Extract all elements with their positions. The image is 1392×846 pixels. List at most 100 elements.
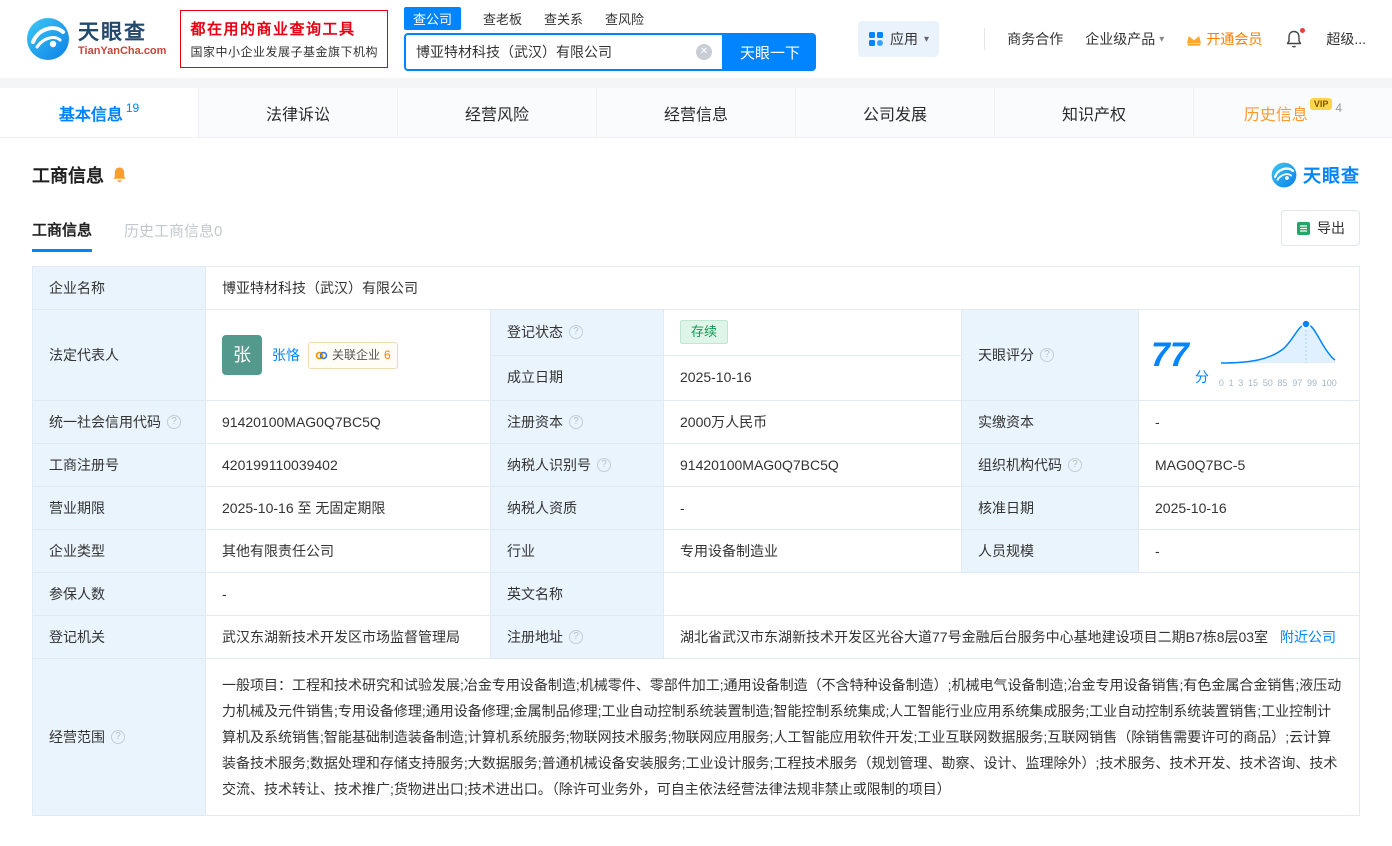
- approval-date-value: 2025-10-16: [1139, 487, 1359, 529]
- business-info-table: 企业名称 博亚特材科技（武汉）有限公司 法定代表人 张 张恪 关联企业 6 登记…: [32, 266, 1360, 816]
- field-label-reg-status: 登记状态 ?: [491, 310, 664, 355]
- field-label-org-code: 组织机构代码 ?: [962, 444, 1139, 486]
- field-label-insured: 参保人数: [33, 573, 206, 615]
- help-icon[interactable]: ?: [1068, 458, 1082, 472]
- subtab-history-business-info[interactable]: 历史工商信息0: [124, 220, 222, 252]
- header-links: 商务合作 企业级产品 ▾ 开通会员 超级...: [984, 27, 1366, 50]
- top-header: 天眼查 TianYanCha.com 都在用的商业查询工具 国家中小企业发展子基…: [0, 0, 1392, 78]
- authority-value: 武汉东湖新技术开发区市场监督管理局: [206, 616, 491, 658]
- tianyan-score-value: 77 分 0 1 3 15 50 85 97 99 100: [1139, 310, 1359, 400]
- subtab-business-info[interactable]: 工商信息: [32, 219, 93, 252]
- super-vip-link[interactable]: 超级...: [1326, 29, 1366, 49]
- field-label-authority: 登记机关: [33, 616, 206, 658]
- legal-rep-name-link[interactable]: 张恪: [272, 345, 300, 366]
- apps-menu[interactable]: 应用 ▾: [857, 21, 939, 57]
- tianyancha-logo[interactable]: 天眼查 TianYanCha.com: [26, 17, 166, 61]
- tab-operation-risk[interactable]: 经营风险: [398, 88, 597, 137]
- related-companies-label: 关联企业: [332, 347, 381, 362]
- table-row: 登记机关 武汉东湖新技术开发区市场监督管理局 注册地址 ? 湖北省武汉市东湖新技…: [33, 616, 1359, 659]
- search-tabs: 查公司 查老板 查关系 查风险: [403, 6, 816, 30]
- search-block: 查公司 查老板 查关系 查风险 ✕ 天眼一下: [403, 6, 816, 71]
- table-row: 营业期限 2025-10-16 至 无固定期限 纳税人资质 - 核准日期 202…: [33, 487, 1359, 530]
- search-button[interactable]: 天眼一下: [723, 33, 816, 71]
- table-row: 法定代表人 张 张恪 关联企业 6 登记状态 ? 存续 成立日期 2025-10…: [33, 310, 1359, 401]
- tab-count: 4: [1335, 100, 1343, 115]
- tab-basic-info[interactable]: 基本信息 19: [0, 88, 199, 137]
- tab-label: 基本信息: [58, 106, 123, 124]
- establish-date-value: 2025-10-16: [664, 355, 961, 400]
- field-label-industry: 行业: [491, 530, 664, 572]
- table-row: 工商注册号 420199110039402 纳税人识别号 ? 91420100M…: [33, 444, 1359, 487]
- related-companies-count: 6: [384, 347, 391, 362]
- field-label-term: 营业期限: [33, 487, 206, 529]
- tianyancha-logo-icon: [27, 18, 69, 60]
- company-search-input[interactable]: [415, 44, 696, 60]
- legal-rep-avatar[interactable]: 张: [222, 335, 262, 375]
- help-icon[interactable]: ?: [111, 730, 125, 744]
- tab-operation-info[interactable]: 经营信息: [597, 88, 796, 137]
- export-excel-icon: [1297, 221, 1310, 235]
- related-companies-icon: [315, 351, 328, 359]
- help-icon[interactable]: ?: [569, 325, 583, 340]
- help-icon[interactable]: ?: [569, 630, 583, 644]
- tab-company-development[interactable]: 公司发展: [796, 88, 995, 137]
- enterprise-products-label: 企业级产品: [1085, 31, 1156, 47]
- corner-watermark-logo: 天眼查: [1271, 162, 1360, 188]
- chevron-down-icon: ▾: [923, 33, 929, 45]
- subscribe-bell-icon[interactable]: [111, 166, 128, 184]
- search-tab-company[interactable]: 查公司: [403, 6, 461, 30]
- term-value: 2025-10-16 至 无固定期限: [206, 487, 491, 529]
- field-label-taxpayer-quality: 纳税人资质: [491, 487, 664, 529]
- tab-history-info[interactable]: 历史信息 VIP 4: [1194, 88, 1392, 137]
- tab-intellectual-property[interactable]: 知识产权: [995, 88, 1194, 137]
- export-label: 导出: [1317, 220, 1345, 236]
- clear-search-icon[interactable]: ✕: [695, 44, 712, 60]
- help-icon[interactable]: ?: [167, 415, 181, 429]
- notifications-bell[interactable]: [1284, 27, 1307, 49]
- search-tab-boss[interactable]: 查老板: [483, 9, 522, 28]
- export-button[interactable]: 导出: [1281, 210, 1360, 246]
- business-scope-value: 一般项目：工程和技术研究和试验发展;冶金专用设备制造;机械零件、零部件加工;通用…: [206, 659, 1359, 815]
- main-content: 工商信息 天眼查 工商信息 历史工商信息0 导出 企业名称 博亚特材科技（武汉）…: [0, 162, 1392, 834]
- field-label-credit-code: 统一社会信用代码 ?: [33, 401, 206, 443]
- paid-capital-value: -: [1139, 401, 1359, 443]
- crown-icon: [1187, 35, 1202, 46]
- apps-label: 应用: [889, 31, 918, 47]
- help-icon[interactable]: ?: [569, 415, 583, 429]
- reg-capital-value: 2000万人民币: [664, 401, 962, 443]
- staff-size-value: -: [1139, 530, 1359, 572]
- company-type-value: 其他有限责任公司: [206, 530, 491, 572]
- table-row: 企业名称 博亚特材科技（武汉）有限公司: [33, 267, 1359, 310]
- business-cooperation-link[interactable]: 商务合作: [1007, 29, 1063, 49]
- enterprise-products-link[interactable]: 企业级产品 ▾: [1085, 29, 1164, 49]
- related-companies-badge[interactable]: 关联企业 6: [308, 341, 398, 369]
- nearby-companies-link[interactable]: 附近公司: [1280, 629, 1336, 645]
- score-axis: 0 1 3 15 50 85 97 99 100: [1218, 378, 1337, 388]
- taxpayer-quality-value: -: [664, 487, 962, 529]
- help-icon[interactable]: ?: [597, 458, 611, 472]
- open-vip-label: 开通会员: [1206, 31, 1263, 47]
- tab-legal-proceedings[interactable]: 法律诉讼: [199, 88, 398, 137]
- field-label-taxpayer-no: 纳税人识别号 ?: [491, 444, 664, 486]
- status-badge: 存续: [680, 320, 729, 345]
- address-value: 湖北省武汉市东湖新技术开发区光谷大道77号金融后台服务中心基地建设项目二期B7栋…: [664, 616, 1359, 658]
- promo-line1: 都在用的商业查询工具: [190, 21, 356, 38]
- table-row: 参保人数 - 英文名称: [33, 573, 1359, 616]
- search-tab-risk[interactable]: 查风险: [605, 9, 644, 28]
- field-label-scope: 经营范围 ?: [33, 659, 206, 815]
- legal-rep-value: 张 张恪 关联企业 6: [206, 310, 491, 400]
- field-label-legal-rep: 法定代表人: [33, 310, 206, 400]
- tab-label: 历史信息: [1243, 106, 1308, 124]
- english-name-value: [664, 573, 1359, 615]
- field-label-score: 天眼评分 ?: [962, 310, 1139, 400]
- brand-domain: TianYanCha.com: [78, 44, 167, 57]
- search-tab-relation[interactable]: 查关系: [544, 9, 583, 28]
- insured-value: -: [206, 573, 491, 615]
- field-label-reg-capital: 注册资本 ?: [491, 401, 664, 443]
- table-row: 企业类型 其他有限责任公司 行业 专用设备制造业 人员规模 -: [33, 530, 1359, 573]
- company-detail-tabs: 基本信息 19 法律诉讼 经营风险 经营信息 公司发展 知识产权 历史信息 VI…: [0, 88, 1392, 138]
- help-icon[interactable]: ?: [1040, 348, 1054, 362]
- promo-line2: 国家中小企业发展子基金旗下机构: [190, 45, 378, 59]
- field-label-approval-date: 核准日期: [962, 487, 1139, 529]
- open-vip-link[interactable]: 开通会员: [1186, 29, 1262, 49]
